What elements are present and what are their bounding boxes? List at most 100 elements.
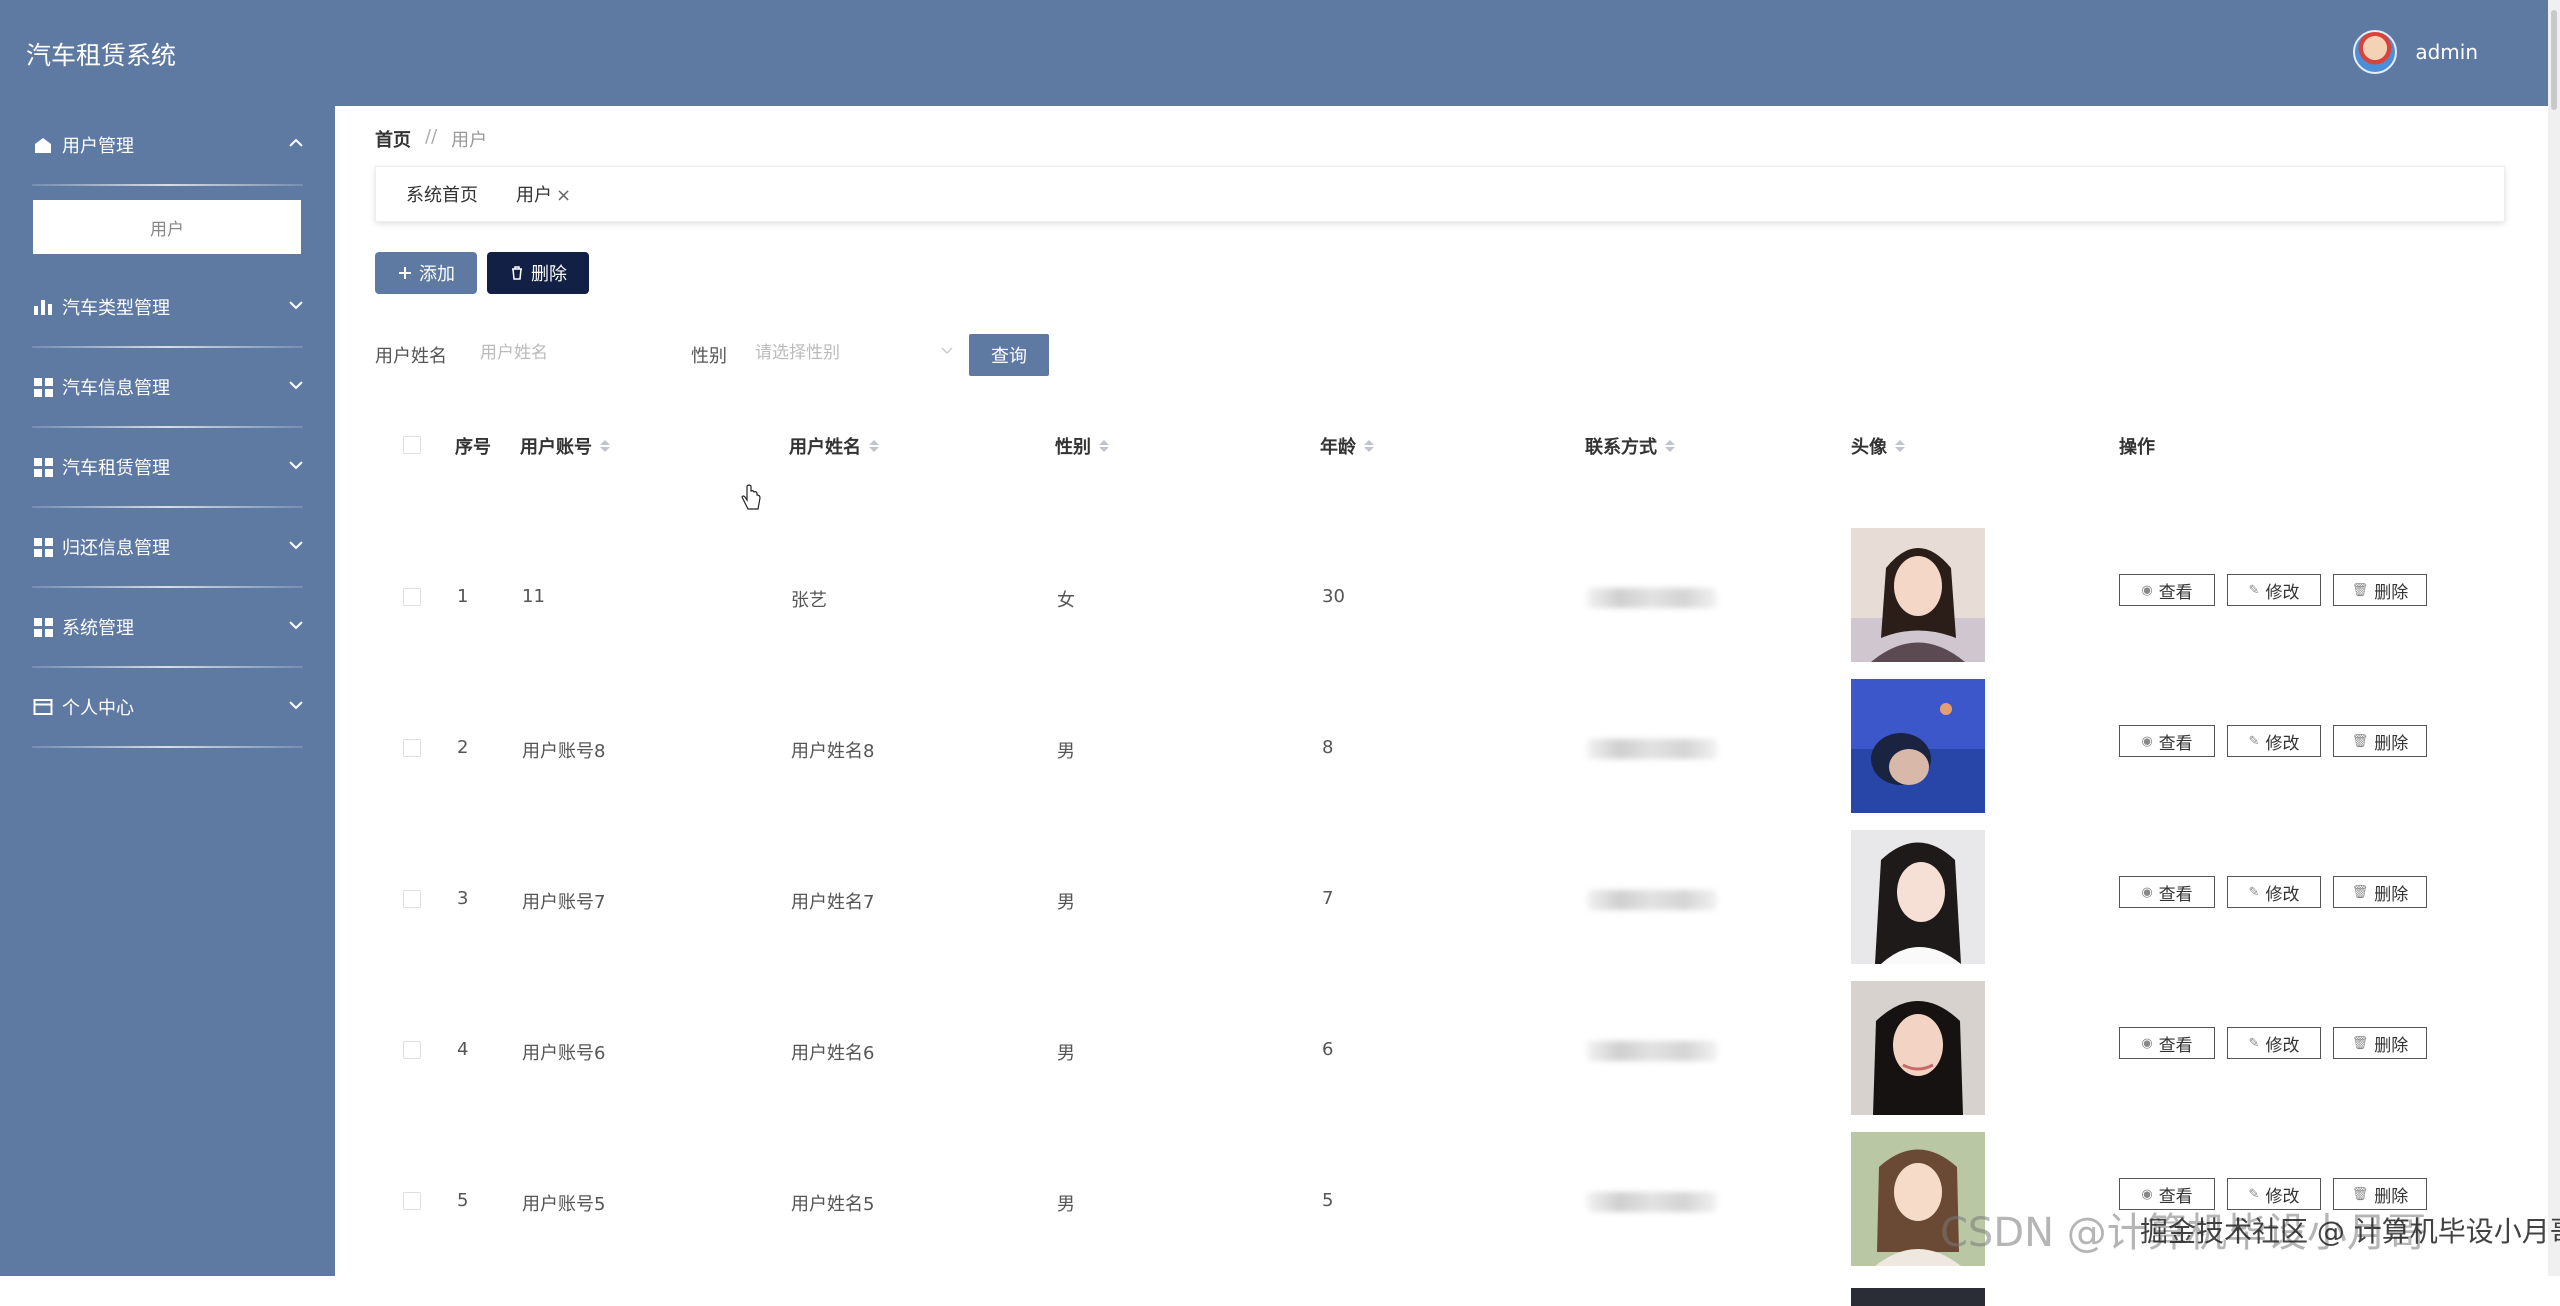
cell-contact-blurred xyxy=(1587,1041,1717,1061)
name-filter-label: 用户姓名 xyxy=(375,346,447,367)
column-header-avatar[interactable]: 头像 xyxy=(1851,433,1905,459)
cell-gender: 女 xyxy=(1057,590,1075,611)
bar-chart-icon xyxy=(32,297,54,317)
sidebar-item-label: 系统管理 xyxy=(62,618,134,639)
chevron-down-icon xyxy=(289,301,303,310)
cell-gender: 男 xyxy=(1057,741,1075,762)
row-checkbox[interactable] xyxy=(403,1192,421,1210)
cell-contact-blurred xyxy=(1587,890,1717,910)
cell-name: 用户姓名8 xyxy=(791,741,875,762)
cell-age: 8 xyxy=(1322,737,1334,758)
tab-home[interactable]: 系统首页 xyxy=(406,181,478,207)
cell-gender: 男 xyxy=(1057,1194,1075,1215)
cell-gender: 男 xyxy=(1057,1043,1075,1064)
sidebar-item-user-management[interactable]: 用户管理 xyxy=(0,106,335,184)
row-checkbox[interactable] xyxy=(403,739,421,757)
column-header-index: 序号 xyxy=(455,437,491,458)
sort-icon xyxy=(1665,440,1675,452)
cell-index: 4 xyxy=(457,1039,469,1060)
sidebar-item-car-type[interactable]: 汽车类型管理 xyxy=(0,268,335,346)
delete-button[interactable]: 🗑 删除 xyxy=(2333,1027,2427,1059)
scrollbar-thumb[interactable] xyxy=(2551,10,2557,110)
sidebar-item-label: 个人中心 xyxy=(62,698,134,719)
column-header-account[interactable]: 用户账号 xyxy=(520,433,610,459)
view-button[interactable]: ◉ 查看 xyxy=(2119,725,2215,757)
sidebar-item-label: 归还信息管理 xyxy=(62,538,170,559)
delete-button[interactable]: 🗑 删除 xyxy=(2333,876,2427,908)
view-button[interactable]: ◉ 查看 xyxy=(2119,1027,2215,1059)
breadcrumb: 首页 // 用户 xyxy=(375,126,487,152)
avatar-image-partial xyxy=(1851,1288,1985,1306)
close-icon[interactable]: × xyxy=(556,185,571,206)
main-content: 首页 // 用户 系统首页 用户 × 添加 删除 用户姓名 用户姓名 性别 请选择… xyxy=(335,106,2548,1306)
chevron-down-icon xyxy=(289,541,303,550)
cell-name: 张艺 xyxy=(791,590,827,611)
sidebar-item-personal-center[interactable]: 个人中心 xyxy=(0,668,335,746)
delete-button[interactable]: 🗑 删除 xyxy=(2333,574,2427,606)
cell-account: 11 xyxy=(522,586,545,607)
user-avatar[interactable] xyxy=(2353,30,2398,74)
eye-icon: ◉ xyxy=(2141,733,2153,749)
sort-icon xyxy=(1895,440,1905,452)
eye-icon: ◉ xyxy=(2141,1035,2153,1051)
eye-icon: ◉ xyxy=(2141,582,2153,598)
sidebar-item-label: 汽车类型管理 xyxy=(62,298,170,319)
table-row: 2 用户账号8 用户姓名8 男 8 ◉ 查看 ✎ 修改 🗑 删除 xyxy=(375,669,2525,820)
edit-icon: ✎ xyxy=(2248,733,2260,749)
edit-button[interactable]: ✎ 修改 xyxy=(2227,1027,2321,1059)
add-button[interactable]: 添加 xyxy=(375,252,477,294)
query-button[interactable]: 查询 xyxy=(969,334,1049,376)
view-button[interactable]: ◉ 查看 xyxy=(2119,574,2215,606)
view-button[interactable]: ◉ 查看 xyxy=(2119,876,2215,908)
sidebar-item-return-info[interactable]: 归还信息管理 xyxy=(0,508,335,586)
cell-name: 用户姓名5 xyxy=(791,1194,875,1215)
tab-user[interactable]: 用户 × xyxy=(516,181,571,207)
grid-icon xyxy=(32,457,54,477)
cell-gender: 男 xyxy=(1057,892,1075,913)
column-header-gender[interactable]: 性别 xyxy=(1055,433,1109,459)
batch-delete-button[interactable]: 删除 xyxy=(487,252,589,294)
gender-select-placeholder: 请选择性别 xyxy=(755,342,840,363)
sidebar-item-car-info[interactable]: 汽车信息管理 xyxy=(0,348,335,426)
sidebar-item-car-rental[interactable]: 汽车租赁管理 xyxy=(0,428,335,506)
delete-button[interactable]: 🗑 删除 xyxy=(2333,725,2427,757)
select-all-checkbox[interactable] xyxy=(403,436,421,454)
avatar-image xyxy=(1851,679,1985,813)
cell-contact-blurred xyxy=(1587,588,1717,608)
user-menu[interactable]: admin xyxy=(2353,30,2478,74)
column-header-name[interactable]: 用户姓名 xyxy=(789,433,879,459)
edit-button[interactable]: ✎ 修改 xyxy=(2227,725,2321,757)
breadcrumb-home[interactable]: 首页 xyxy=(375,126,411,152)
add-button-label: 添加 xyxy=(419,264,455,285)
column-header-actions: 操作 xyxy=(2119,437,2155,458)
cell-account: 用户账号7 xyxy=(522,892,606,913)
name-filter-input[interactable]: 用户姓名 xyxy=(480,330,680,370)
row-checkbox[interactable] xyxy=(403,588,421,606)
cell-index: 1 xyxy=(457,586,469,607)
column-header-age[interactable]: 年龄 xyxy=(1320,433,1374,459)
gender-filter-label: 性别 xyxy=(691,346,727,367)
username[interactable]: admin xyxy=(2415,40,2478,64)
row-checkbox[interactable] xyxy=(403,890,421,908)
column-header-contact[interactable]: 联系方式 xyxy=(1585,433,1675,459)
table-row: 1 11 张艺 女 30 ◉ 查看 ✎ 修改 🗑 删除 xyxy=(375,518,2525,669)
sort-icon xyxy=(869,440,879,452)
page-scrollbar[interactable] xyxy=(2548,0,2560,1276)
sidebar-item-system[interactable]: 系统管理 xyxy=(0,588,335,666)
cell-age: 30 xyxy=(1322,586,1345,607)
avatar-image xyxy=(1851,981,1985,1115)
cell-account: 用户账号6 xyxy=(522,1043,606,1064)
edit-button[interactable]: ✎ 修改 xyxy=(2227,574,2321,606)
chevron-down-icon xyxy=(941,347,953,355)
cell-index: 3 xyxy=(457,888,469,909)
gender-select[interactable]: 请选择性别 xyxy=(755,330,955,370)
cell-contact-blurred xyxy=(1587,739,1717,759)
cell-contact-blurred xyxy=(1587,1192,1717,1212)
avatar-image xyxy=(1851,528,1985,662)
cell-age: 5 xyxy=(1322,1190,1334,1211)
row-checkbox[interactable] xyxy=(403,1041,421,1059)
sidebar-subitem-user[interactable]: 用户 xyxy=(33,200,301,254)
edit-button[interactable]: ✎ 修改 xyxy=(2227,876,2321,908)
grid-icon xyxy=(32,377,54,397)
trash-icon: 🗑 xyxy=(2351,884,2369,900)
